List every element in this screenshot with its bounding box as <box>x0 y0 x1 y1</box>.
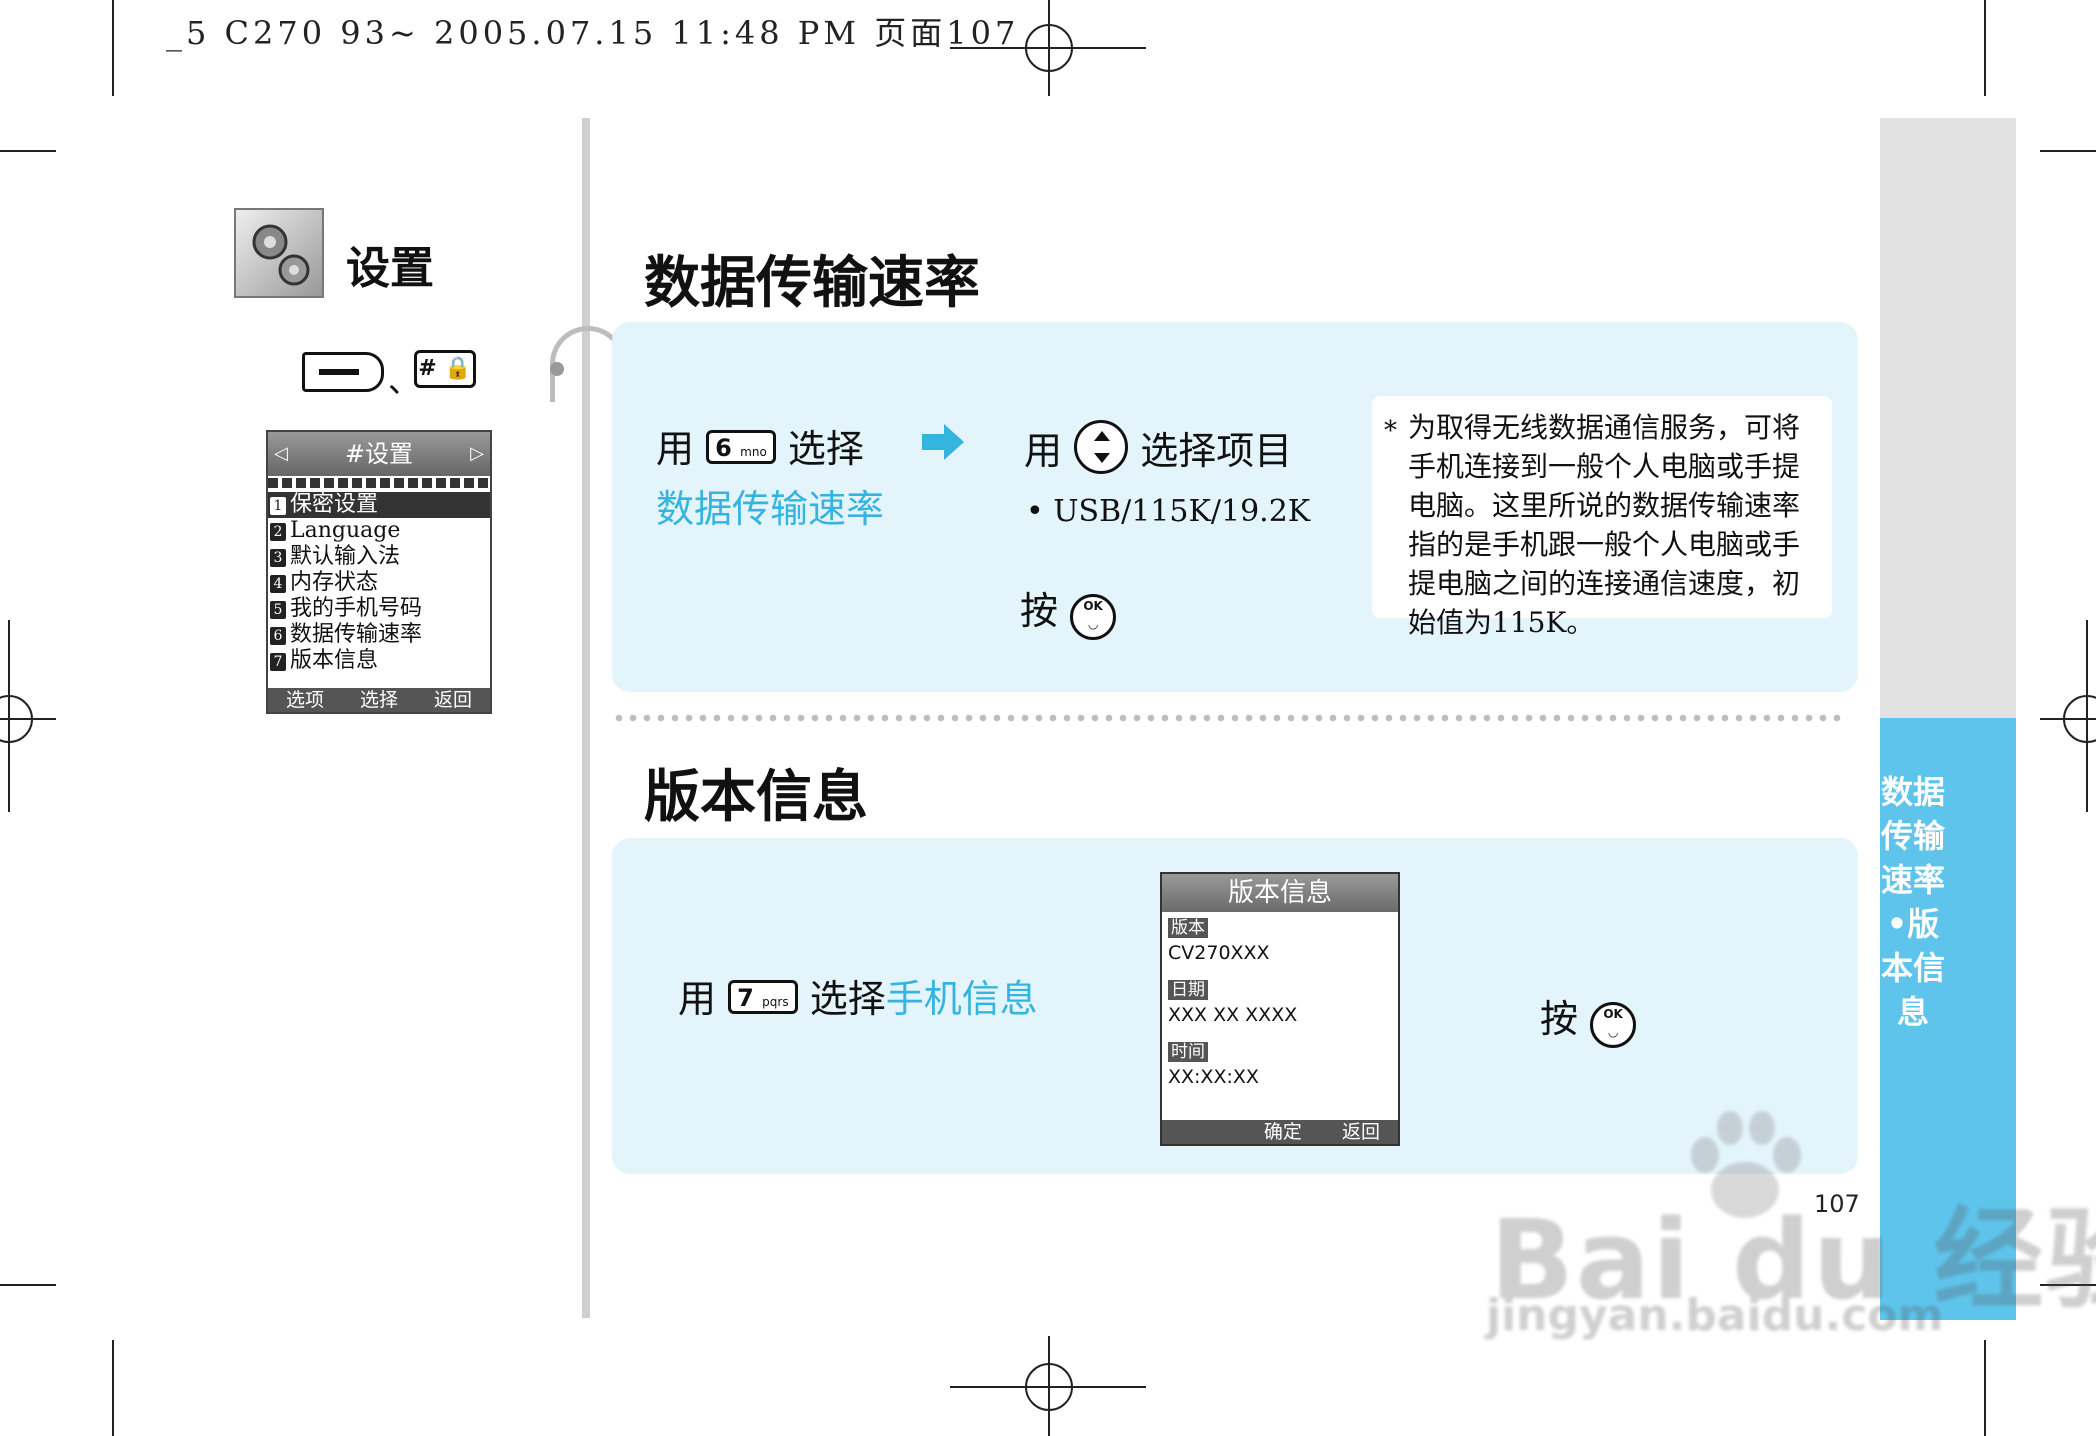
rate-options: • USB/115K/19.2K <box>1026 494 1311 529</box>
left-arrow-icon: ◁ <box>274 443 288 464</box>
print-header: _5 C270 93~ 2005.07.15 11:48 PM 页面107 <box>166 14 1020 52</box>
version-step-line: 用 7 pqrs 选择手机信息 <box>678 977 1038 1021</box>
settings-title: 设置 <box>346 243 434 294</box>
menu-item[interactable]: 2 Language <box>268 518 490 544</box>
menu-item[interactable]: 3 默认输入法 <box>268 544 490 570</box>
step2-line: 用 选择项目 <box>1024 420 1292 475</box>
watermark-line2: jingyan.baidu.com <box>1486 1290 1944 1341</box>
phone-settings-menu: ◁ #设置 ▷ 1 保密设置 2 Language 3 默认输入法 4 内存状态 5 我的… <box>266 430 492 714</box>
version-value: CV270XXX <box>1168 942 1270 964</box>
crop-line <box>2040 150 2096 152</box>
key-6-icon: 6 mno <box>706 430 776 464</box>
softkey-back[interactable]: 返回 <box>1342 1121 1380 1143</box>
version-screen-title: 版本信息 <box>1162 874 1398 912</box>
ok-key-icon: OK ◡ <box>1590 1002 1637 1048</box>
registration-mark <box>1025 1363 1073 1411</box>
ok-key-icon: OK ◡ <box>1070 594 1117 640</box>
date-value: XXX XX XXXX <box>1168 1004 1298 1026</box>
time-tag: 时间 <box>1168 1042 1208 1062</box>
menu-item[interactable]: 1 保密设置 <box>268 492 490 518</box>
press-ok-line: 按 OK ◡ <box>1020 580 1117 640</box>
date-tag: 日期 <box>1168 980 1208 1000</box>
registration-mark <box>2063 695 2096 743</box>
step1-target: 数据传输速率 <box>656 487 885 531</box>
menu-divider <box>268 478 490 488</box>
key-7-icon: 7 pqrs <box>728 980 798 1014</box>
menu-item[interactable]: 6 数据传输速率 <box>268 622 490 648</box>
version-info-screen: 版本信息 版本 CV270XXX 日期 XXX XX XXXX 时间 XX:XX… <box>1160 872 1400 1146</box>
menu-title: #设置 <box>344 440 414 468</box>
softkey-select[interactable]: 选择 <box>360 688 398 712</box>
version-tag: 版本 <box>1168 918 1208 938</box>
menu-header: ◁ #设置 ▷ <box>268 432 490 476</box>
crop-line <box>1984 1340 1986 1436</box>
step1-line: 用 6 mno 选择 <box>656 427 864 471</box>
crop-line <box>0 150 56 152</box>
note-text: * 为取得无线数据通信服务，可将手机连接到一般个人电脑或手提电脑。这里所说的数据… <box>1384 411 1801 639</box>
version-step-target: 手机信息 <box>885 977 1038 1021</box>
dotted-divider <box>612 714 1848 722</box>
ring-dot <box>550 362 564 376</box>
time-value: XX:XX:XX <box>1168 1066 1259 1088</box>
menu-softkeys: 选项 选择 返回 <box>268 688 490 712</box>
registration-mark <box>0 695 33 743</box>
crop-line <box>112 0 114 96</box>
side-tab-label: 数据传输速率•版本信息 <box>1880 773 1945 1031</box>
menu-item[interactable]: 7 版本信息 <box>268 648 490 674</box>
left-softkey-icon <box>302 352 384 392</box>
column-divider <box>582 118 590 1318</box>
menu-item[interactable]: 4 内存状态 <box>268 570 490 596</box>
registration-mark <box>1025 24 1073 72</box>
menu-item[interactable]: 5 我的手机号码 <box>268 596 490 622</box>
nav-key-icon <box>1074 420 1129 474</box>
hash-key-icon: # 🔒 <box>414 350 476 388</box>
section-title-version: 版本信息 <box>644 765 868 830</box>
softkey-confirm[interactable]: 确定 <box>1264 1121 1302 1143</box>
version-press-ok: 按 OK ◡ <box>1540 988 1637 1048</box>
baidu-watermark: Bai du 经验 jingyan.baidu.com <box>1480 1110 2096 1341</box>
softkey-options[interactable]: 选项 <box>286 688 324 712</box>
softkey-back[interactable]: 返回 <box>434 688 472 712</box>
crop-line <box>0 1284 56 1286</box>
side-tab-background <box>1880 118 2016 718</box>
settings-gear-icon <box>234 208 324 298</box>
right-arrow-icon: ▷ <box>470 443 484 464</box>
right-arrow-icon <box>922 424 964 460</box>
version-softkeys: 确定 返回 <box>1162 1120 1398 1144</box>
section-title-data-rate: 数据传输速率 <box>644 251 980 316</box>
crop-line <box>112 1340 114 1436</box>
crop-line <box>1984 0 1986 96</box>
